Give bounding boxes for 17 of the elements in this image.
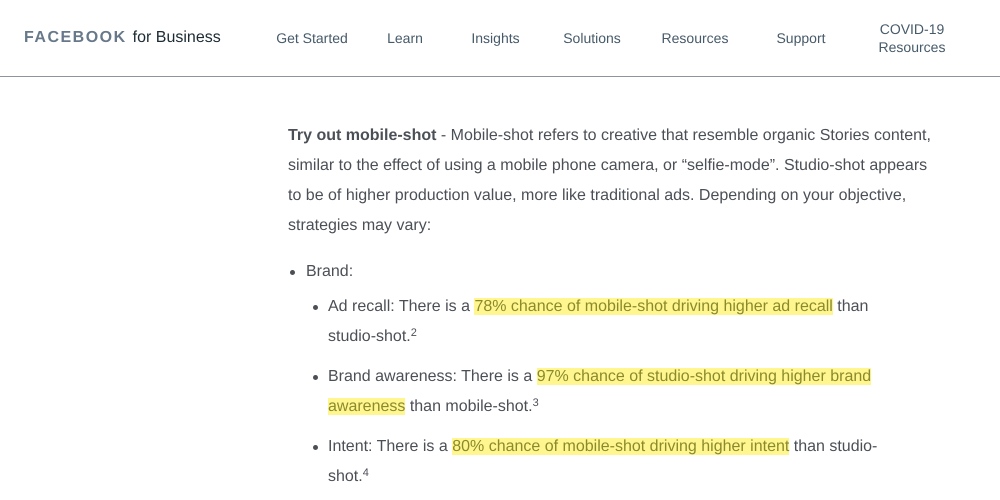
logo-wordmark[interactable]: FACEBOOK [24,26,127,50]
intro-paragraph: Try out mobile-shot - Mobile-shot refers to creative that resemble organic Stories content, similar to the effect of using a mobile phone camera, or “selfie-mode”. Studio-shot appears to be of higher production value, more like traditional ads. Depending on your objective, strategies may vary: [288,126,932,236]
nav-link[interactable]: Insights [450,29,541,47]
bullet-icon [313,445,318,450]
bullet-icon [313,375,318,380]
bullet-icon [290,270,295,275]
list-heading: Brand: [306,262,354,282]
nav-link[interactable]: COVID-19 Resources [855,20,969,56]
nav-link[interactable]: Get Started [264,29,360,47]
list-item-text: Ad recall: There is a 78% chance of mobile-shot driving higher ad recall than studio-shot.$^{2}$ [328,297,870,347]
nav-link[interactable]: Resources [643,29,747,47]
nav-link[interactable]: Solutions [541,29,643,47]
nav-link[interactable]: Support [747,29,855,47]
logo-tagline[interactable]: for Business [132,26,221,50]
list-item-text: Brand awareness: There is a 97% chance of studio-shot driving higher brand awareness than mobile-shot.$^{3}$ [328,367,872,417]
nav-link[interactable]: Learn [360,29,450,47]
bullet-icon [313,305,318,310]
